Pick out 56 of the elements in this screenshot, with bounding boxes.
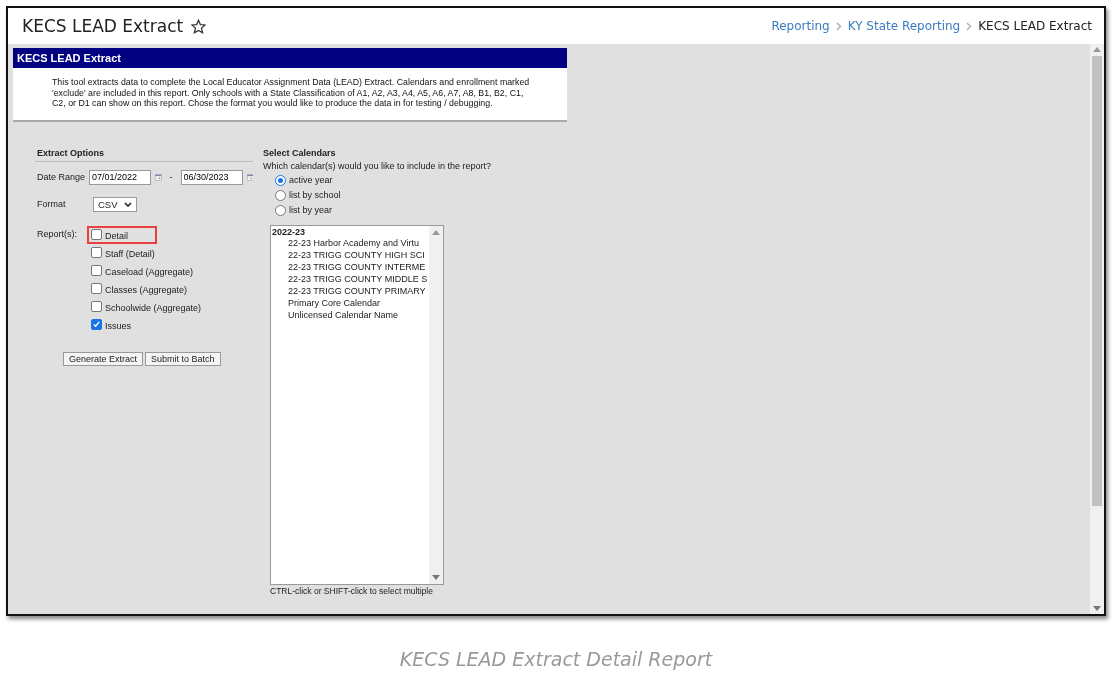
calendar-option[interactable]: Unlicensed Calendar Name — [271, 308, 429, 321]
checkbox[interactable] — [91, 319, 102, 330]
hint-text: CTRL-click or SHIFT-click to select multiple — [270, 585, 434, 596]
checkbox-label: Detail — [105, 229, 128, 241]
checkbox[interactable] — [91, 247, 102, 258]
end-date-field[interactable]: 06/30/2023 — [180, 169, 243, 185]
field-label: Format — [36, 199, 67, 209]
field-label: Report(s): — [36, 227, 78, 241]
scroll-up-icon[interactable] — [432, 229, 440, 235]
checkbox-label: Classes (Aggregate) — [105, 283, 188, 295]
page-title: KECS LEAD Extract — [22, 16, 184, 36]
breadcrumb-current: KECS LEAD Extract — [978, 19, 1092, 33]
checkbox[interactable] — [91, 301, 102, 312]
chevron-icon — [835, 21, 842, 31]
radio-label: list by school — [289, 190, 341, 200]
section-title: Select Calendars — [262, 147, 337, 160]
chevron-icon — [966, 21, 973, 31]
scroll-down-icon[interactable] — [1093, 606, 1101, 611]
radio-label: list by year — [289, 205, 332, 215]
checkbox-label: Schoolwide (Aggregate) — [105, 301, 202, 313]
checkbox[interactable] — [91, 229, 102, 240]
scrollbar-thumb[interactable] — [1092, 56, 1102, 506]
section-title: Extract Options — [36, 147, 105, 160]
calendar-option[interactable]: Primary Core Calendar — [271, 296, 429, 309]
checkbox-label: Staff (Detail) — [105, 247, 155, 259]
caption: KECS LEAD Extract Detail Report — [398, 648, 714, 670]
start-date-field[interactable]: 07/01/2022 — [89, 169, 152, 185]
checkbox[interactable] — [91, 265, 102, 276]
radio-button[interactable] — [275, 189, 286, 201]
checkbox-label: Issues — [105, 319, 131, 331]
radio-button[interactable] — [275, 174, 286, 186]
field-label: Date Range — [36, 172, 86, 182]
calendar-option[interactable]: 22-23 TRIGG COUNTY INTERME — [271, 260, 429, 273]
action-button[interactable]: Submit to Batch — [145, 351, 221, 366]
calendar-listbox[interactable]: 2022-23 22-23 Harbor Academy and Virtu 22-23 TRIGG COUNTY HIGH SCI 22-23 TRIGG COUNTY INTERME 22-23 TRIGG COUNTY MIDDLE S 22-23 TRIGG COUNTY PRIMARY Primary Core Calendar Unlicensed Calendar Name — [270, 224, 444, 585]
breadcrumb-link[interactable]: Reporting — [771, 19, 830, 33]
description: This tool extracts data to complete the Local Educator Assignment Data (LEAD) Extract. Calendars and enrollment marked 'exclude' are included in this report. Only schools with a State Classification of A1, A2, A3, A4, A5, A6, A7, A8, B1, B2, C1, C2, or D1 can show on this report. Chose the format you would like to produce the data in for testing / debugging. — [51, 76, 531, 110]
checkbox[interactable] — [91, 283, 102, 294]
panel-title: KECS LEAD Extract — [13, 48, 567, 68]
calendar-option[interactable]: 22-23 TRIGG COUNTY PRIMARY — [271, 284, 429, 297]
question-text: Which calendar(s) would you like to include in the report? — [262, 160, 493, 171]
calendar-option[interactable]: 22-23 TRIGG COUNTY HIGH SCI — [271, 248, 429, 261]
scroll-down-icon[interactable] — [432, 574, 440, 580]
star-icon[interactable] — [191, 18, 207, 34]
checkbox-label: Caseload (Aggregate) — [105, 265, 194, 277]
calendar-option[interactable]: 22-23 TRIGG COUNTY MIDDLE S — [271, 272, 429, 285]
scroll-up-icon[interactable] — [1093, 47, 1101, 52]
radio-button[interactable] — [275, 204, 286, 216]
format-dropdown[interactable]: CSV — [93, 196, 137, 212]
range-separator: - — [168, 172, 174, 182]
radio-label: active year — [289, 175, 333, 185]
caret-icon — [123, 201, 132, 207]
group-header: 2022-23 — [271, 225, 307, 237]
calendar-option[interactable]: 22-23 Harbor Academy and Virtu — [271, 236, 429, 249]
breadcrumb-link[interactable]: KY State Reporting — [847, 19, 961, 33]
action-button[interactable]: Generate Extract — [63, 351, 144, 366]
